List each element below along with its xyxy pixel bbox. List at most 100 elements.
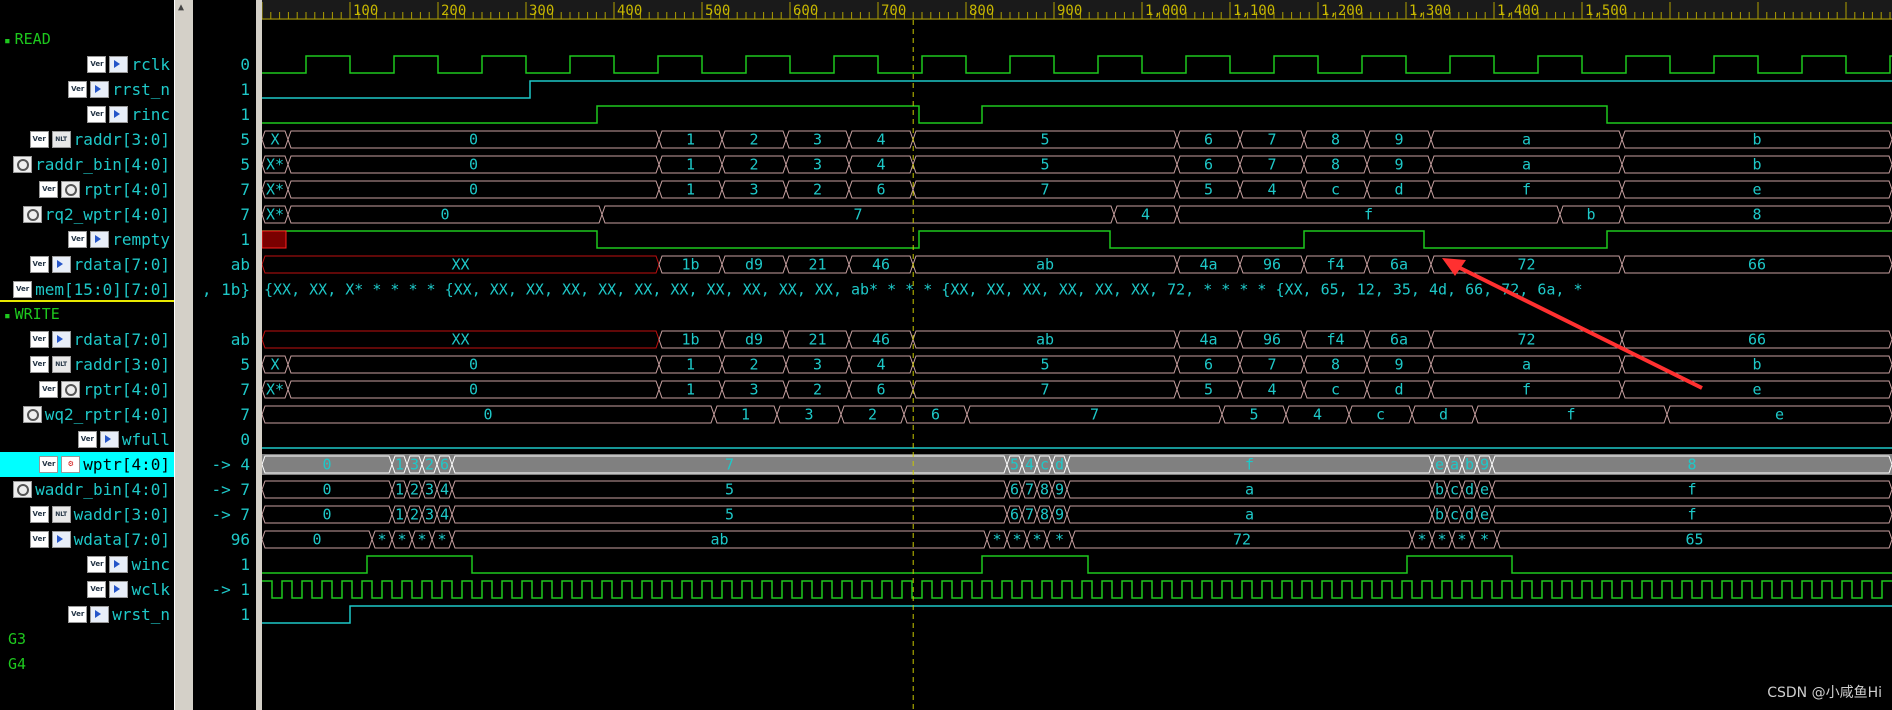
signal-value: 0 <box>240 55 250 74</box>
group-label: G4 <box>8 655 27 673</box>
signal-row[interactable]: raddr_bin[4:0] <box>0 152 174 177</box>
raddr-bus-value: 1 <box>686 131 695 149</box>
signal-name: raddr_bin[4:0] <box>35 155 170 174</box>
group-read[interactable]: ▪ READ <box>0 27 174 52</box>
signal-row[interactable]: Ver mem[15:0][7:0] <box>0 277 174 302</box>
raddr-bus-value: 7 <box>1267 131 1276 149</box>
signal-name: rdata[7:0] <box>73 255 170 274</box>
signal-row[interactable]: wq2_rptr[4:0] <box>0 402 174 427</box>
signal-row[interactable]: Ver rempty <box>0 227 174 252</box>
raddr_w-bus-value: 7 <box>1267 356 1276 374</box>
group-g4[interactable]: G4 <box>0 652 174 677</box>
raddr-bus-value: 5 <box>1040 131 1049 149</box>
raddr-bus-value: 0 <box>469 131 478 149</box>
raddr_w-bus-value: X <box>270 356 279 374</box>
ver-icon: Ver <box>29 256 49 273</box>
signal-row[interactable]: Ver rdata[7:0] <box>0 327 174 352</box>
raddr_bin-bus-value: 7 <box>1267 156 1276 174</box>
dir-icon <box>99 431 119 448</box>
rinc-trace <box>262 105 1892 124</box>
raddr_w-bus-value: 2 <box>749 356 758 374</box>
rq2_wptr-bus-value: X* <box>266 206 284 224</box>
ruler-label: 900 <box>1057 3 1082 19</box>
signal-value: -> 4 <box>211 455 250 474</box>
ver-icon: Ver <box>68 606 88 623</box>
dir-icon <box>90 606 110 623</box>
signal-name: wptr[4:0] <box>83 455 170 474</box>
group-write[interactable]: ▪ WRITE <box>0 302 174 327</box>
nlt-icon: NLT <box>51 356 71 373</box>
raddr_w-bus-value: 5 <box>1040 356 1049 374</box>
raddr_w-bus-value: 0 <box>469 356 478 374</box>
wdata-bus-value: 72 <box>1233 531 1251 549</box>
signal-row[interactable]: Ver rptr[4:0] <box>0 177 174 202</box>
raddr-bus-value: b <box>1752 131 1761 149</box>
rptr_w-bus-value: 0 <box>469 381 478 399</box>
signal-row[interactable]: Ver wrst_n <box>0 602 174 627</box>
rq2_wptr-bus-value: f <box>1364 206 1373 224</box>
wdata-bus-value: * <box>1012 531 1021 549</box>
group-label: G3 <box>8 630 27 648</box>
names-scrollbar[interactable]: ▲ <box>174 0 193 710</box>
scroll-up-icon[interactable]: ▲ <box>178 2 184 13</box>
signal-value: ab <box>230 330 250 349</box>
group-g3[interactable]: G3 <box>0 627 174 652</box>
signal-row[interactable]: Ver winc <box>0 552 174 577</box>
raddr_bin-bus-value: a <box>1522 156 1531 174</box>
waddr-bus-value: 4 <box>440 506 449 524</box>
signal-row[interactable]: rq2_wptr[4:0] <box>0 202 174 227</box>
wq2_rptr-bus-value: c <box>1376 406 1385 424</box>
signal-row[interactable]: waddr_bin[4:0] <box>0 477 174 502</box>
signal-name: wdata[7:0] <box>73 530 170 549</box>
rptr_w-bus-value: c <box>1331 381 1340 399</box>
rdata_r-bus-value: 4a <box>1199 256 1217 274</box>
wdata-bus-value: * <box>1032 531 1041 549</box>
rdata_w-bus-value: ab <box>1036 331 1054 349</box>
wptr-bus-value: d <box>1055 456 1064 474</box>
signal-value: 1 <box>240 80 250 99</box>
rptr-bus-value: 1 <box>686 181 695 199</box>
wdata-bus-value: 0 <box>312 531 321 549</box>
signal-row[interactable]: Ver NLT raddr[3:0] <box>0 352 174 377</box>
waveform-pane[interactable]: 100 200 300 400 500 600 700 800 900 1,000 1,100 1,2… <box>262 0 1892 710</box>
rclk-clock-trace <box>262 55 1892 74</box>
raddr_w-bus-value: a <box>1522 356 1531 374</box>
wptr-bus-value: a <box>1450 456 1459 474</box>
raddr_w-bus-value: b <box>1752 356 1761 374</box>
signal-value: 5 <box>240 130 250 149</box>
ruler-label: 400 <box>617 3 642 19</box>
waveform-canvas[interactable]: 100 200 300 400 500 600 700 800 900 1,000 1,100 1,2… <box>262 0 1892 710</box>
wptr-bus-value: 3 <box>410 456 419 474</box>
dir-icon <box>109 56 129 73</box>
rptr-bus-value: d <box>1394 181 1403 199</box>
group-marker-icon: ▪ <box>4 34 11 47</box>
signal-row[interactable]: Ver rdata[7:0] <box>0 252 174 277</box>
rdata_r-bus-value: 1b <box>681 256 699 274</box>
signal-row[interactable]: Ver NLT raddr[3:0] <box>0 127 174 152</box>
signal-row[interactable]: Ver wfull <box>0 427 174 452</box>
ruler-label: 200 <box>441 3 466 19</box>
ruler-label: 1,300 <box>1409 3 1451 19</box>
rptr_w-bus-value: X* <box>266 381 284 399</box>
wq2_rptr-bus-value: 3 <box>804 406 813 424</box>
raddr_bin-bus-value: b <box>1752 156 1761 174</box>
signal-row[interactable]: Ver wdata[7:0] <box>0 527 174 552</box>
signal-row[interactable]: Ver rptr[4:0] <box>0 377 174 402</box>
signal-row[interactable]: Ver rrst_n <box>0 77 174 102</box>
wq2_rptr-bus-value: 4 <box>1313 406 1322 424</box>
waddr_bin-bus-value: f <box>1687 481 1696 499</box>
nlt-icon: NLT <box>51 506 71 523</box>
signal-row[interactable]: Ver rinc <box>0 102 174 127</box>
signal-name: rptr[4:0] <box>83 180 170 199</box>
signal-value: 7 <box>240 380 250 399</box>
wptr-bus-value: 5 <box>1010 456 1019 474</box>
signal-row[interactable]: Ver wclk <box>0 577 174 602</box>
rptr-bus-value: f <box>1522 181 1531 199</box>
signal-row[interactable]: Ver ⚙ wptr[4:0] <box>0 452 174 477</box>
raddr-bus-value: 2 <box>749 131 758 149</box>
signal-row[interactable]: Ver NLT waddr[3:0] <box>0 502 174 527</box>
signal-row[interactable]: Ver rclk <box>0 52 174 77</box>
raddr-bus-value: X <box>270 131 279 149</box>
ver-icon: Ver <box>29 506 49 523</box>
signal-value: 1 <box>240 230 250 249</box>
